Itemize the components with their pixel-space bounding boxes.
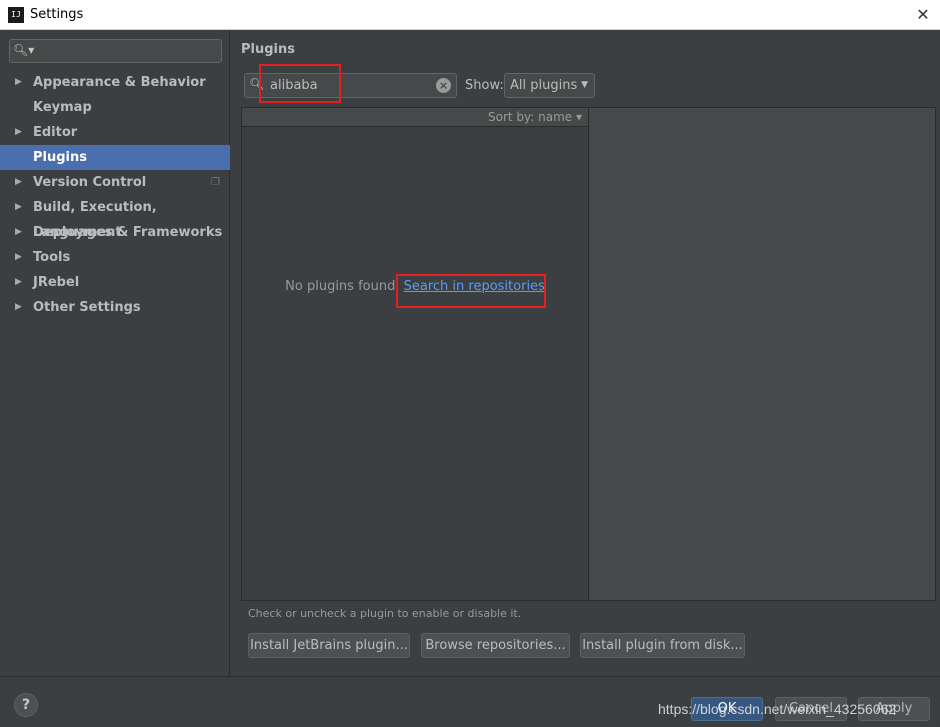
expand-arrow-icon: ▶	[15, 277, 22, 287]
expand-arrow-icon: ▶	[15, 252, 22, 262]
dialog-footer: ? OK Cancel Apply https://blog.csdn.net/…	[0, 676, 940, 727]
settings-nav: ▶ Appearance & Behavior Keymap ▶ Editor Pl…	[0, 70, 230, 320]
install-plugin-from-disk-button[interactable]: Install plugin from disk...	[580, 633, 745, 658]
expand-arrow-icon: ▶	[15, 202, 22, 212]
sort-label: Sort by: name	[488, 110, 573, 124]
expand-arrow-icon: ▶	[15, 127, 22, 137]
sidebar-item-jrebel[interactable]: ▶ JRebel	[0, 270, 230, 295]
page-title: Plugins	[241, 42, 295, 57]
project-settings-icon: ❐	[211, 177, 220, 188]
plugin-list: Sort by: name ▾ No plugins found. Search…	[241, 107, 589, 601]
window-title: Settings	[30, 7, 84, 22]
apply-button[interactable]: Apply	[858, 697, 930, 721]
cancel-button[interactable]: Cancel	[775, 697, 847, 721]
install-jetbrains-plugin-button[interactable]: Install JetBrains plugin...	[248, 633, 410, 658]
sidebar-item-label: Version Control	[33, 175, 147, 190]
sidebar-item-label: Editor	[33, 125, 78, 140]
show-filter-dropdown[interactable]: All plugins ▼	[504, 73, 595, 98]
search-icon: 🔍︎	[249, 77, 265, 91]
help-button[interactable]: ?	[14, 693, 38, 717]
sidebar-item-keymap[interactable]: Keymap	[0, 95, 230, 120]
sidebar-item-appearance-behavior[interactable]: ▶ Appearance & Behavior	[0, 70, 230, 95]
intellij-app-icon: IJ	[8, 7, 24, 23]
sidebar-item-label: Appearance & Behavior	[33, 75, 206, 90]
title-bar: IJ Settings ✕	[0, 0, 940, 30]
empty-state: No plugins found. Search in repositories	[242, 279, 588, 294]
close-icon[interactable]: ✕	[910, 2, 936, 28]
plugin-hint-text: Check or uncheck a plugin to enable or d…	[248, 607, 522, 620]
show-filter-value: All plugins	[510, 78, 578, 93]
sidebar-item-label: Plugins	[33, 150, 87, 165]
expand-arrow-icon: ▶	[15, 177, 22, 187]
sidebar-item-version-control[interactable]: ▶ Version Control ❐	[0, 170, 230, 195]
expand-arrow-icon: ▶	[15, 227, 22, 237]
sort-by-header[interactable]: Sort by: name ▾	[242, 108, 588, 127]
sidebar-item-editor[interactable]: ▶ Editor	[0, 120, 230, 145]
settings-sidebar: 🔍︎▾ ▶ Appearance & Behavior Keymap ▶ Edito…	[0, 30, 230, 676]
expand-arrow-icon: ▶	[15, 302, 22, 312]
browse-repositories-button[interactable]: Browse repositories...	[421, 633, 570, 658]
plugin-search-input[interactable]: 🔍︎ alibaba ×	[244, 73, 457, 98]
sidebar-item-label: Tools	[33, 250, 71, 265]
settings-search-input[interactable]: 🔍︎▾	[9, 39, 222, 63]
plugin-details-panel	[589, 107, 936, 601]
sidebar-item-languages-frameworks[interactable]: ▶ Languages & Frameworks	[0, 220, 230, 245]
sidebar-item-label: Keymap	[33, 100, 92, 115]
search-in-repositories-link[interactable]: Search in repositories	[404, 279, 545, 294]
empty-state-text: No plugins found.	[285, 279, 400, 294]
search-icon: 🔍︎▾	[13, 43, 35, 57]
sidebar-item-tools[interactable]: ▶ Tools	[0, 245, 230, 270]
sidebar-item-plugins[interactable]: Plugins	[0, 145, 230, 170]
sidebar-item-other-settings[interactable]: ▶ Other Settings	[0, 295, 230, 320]
expand-arrow-icon: ▶	[15, 77, 22, 87]
plugins-page: Plugins 🔍︎ alibaba × Show: All plugins ▼…	[231, 30, 940, 676]
clear-search-icon[interactable]: ×	[436, 78, 451, 93]
sidebar-item-label: Other Settings	[33, 300, 141, 315]
sidebar-item-label: Languages & Frameworks	[33, 225, 223, 240]
chevron-down-icon: ▼	[581, 80, 588, 90]
show-label: Show:	[465, 78, 504, 93]
sidebar-item-label: JRebel	[33, 275, 80, 290]
sidebar-item-build-execution-deployment[interactable]: ▶ Build, Execution, Deployment	[0, 195, 230, 240]
search-value: alibaba	[270, 78, 318, 93]
ok-button[interactable]: OK	[691, 697, 763, 721]
